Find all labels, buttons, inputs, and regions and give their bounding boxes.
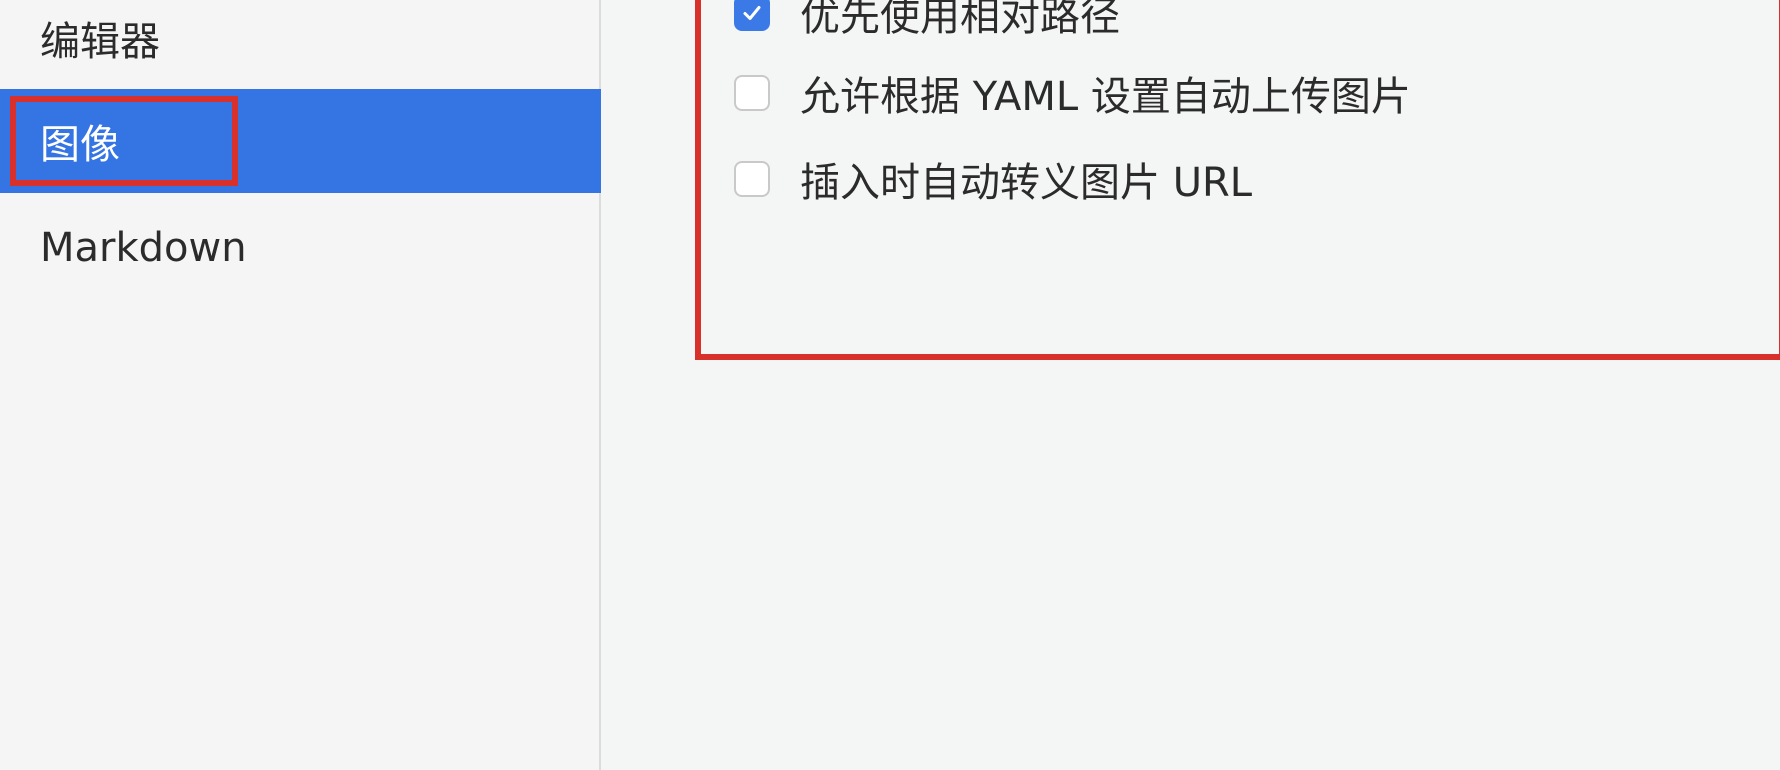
option-row-escape-url[interactable]: 插入时自动转义图片 URL bbox=[734, 154, 1252, 206]
sidebar-item-image[interactable]: 图像 bbox=[0, 89, 601, 193]
relative-path-checkbox[interactable] bbox=[734, 0, 770, 31]
escape-url-checkbox[interactable] bbox=[734, 161, 770, 197]
preferences-sidebar: 编辑器 图像 Markdown bbox=[0, 0, 601, 770]
sidebar-item-editor[interactable]: 编辑器 bbox=[0, 0, 601, 90]
option-row-yaml-upload[interactable]: 允许根据 YAML 设置自动上传图片 bbox=[734, 68, 1411, 120]
option-label: 优先使用相对路径 bbox=[800, 0, 1120, 40]
option-label: 插入时自动转义图片 URL bbox=[800, 160, 1253, 206]
preferences-window: 编辑器 图像 Markdown 优先使用相对路径 允许根据 YAML 设置自动上… bbox=[0, 0, 1780, 770]
checkmark-icon bbox=[743, 6, 761, 20]
sidebar-item-label: 图像 bbox=[40, 122, 120, 168]
image-settings-panel: 优先使用相对路径 允许根据 YAML 设置自动上传图片 插入时自动转义图片 UR… bbox=[603, 0, 1780, 770]
option-row-relative-path[interactable]: 优先使用相对路径 bbox=[734, 0, 1120, 40]
option-label: 允许根据 YAML 设置自动上传图片 bbox=[800, 74, 1411, 120]
sidebar-item-markdown[interactable]: Markdown bbox=[0, 196, 601, 300]
sidebar-item-label: Markdown bbox=[40, 225, 247, 271]
yaml-upload-checkbox[interactable] bbox=[734, 75, 770, 111]
sidebar-item-label: 编辑器 bbox=[40, 19, 160, 65]
